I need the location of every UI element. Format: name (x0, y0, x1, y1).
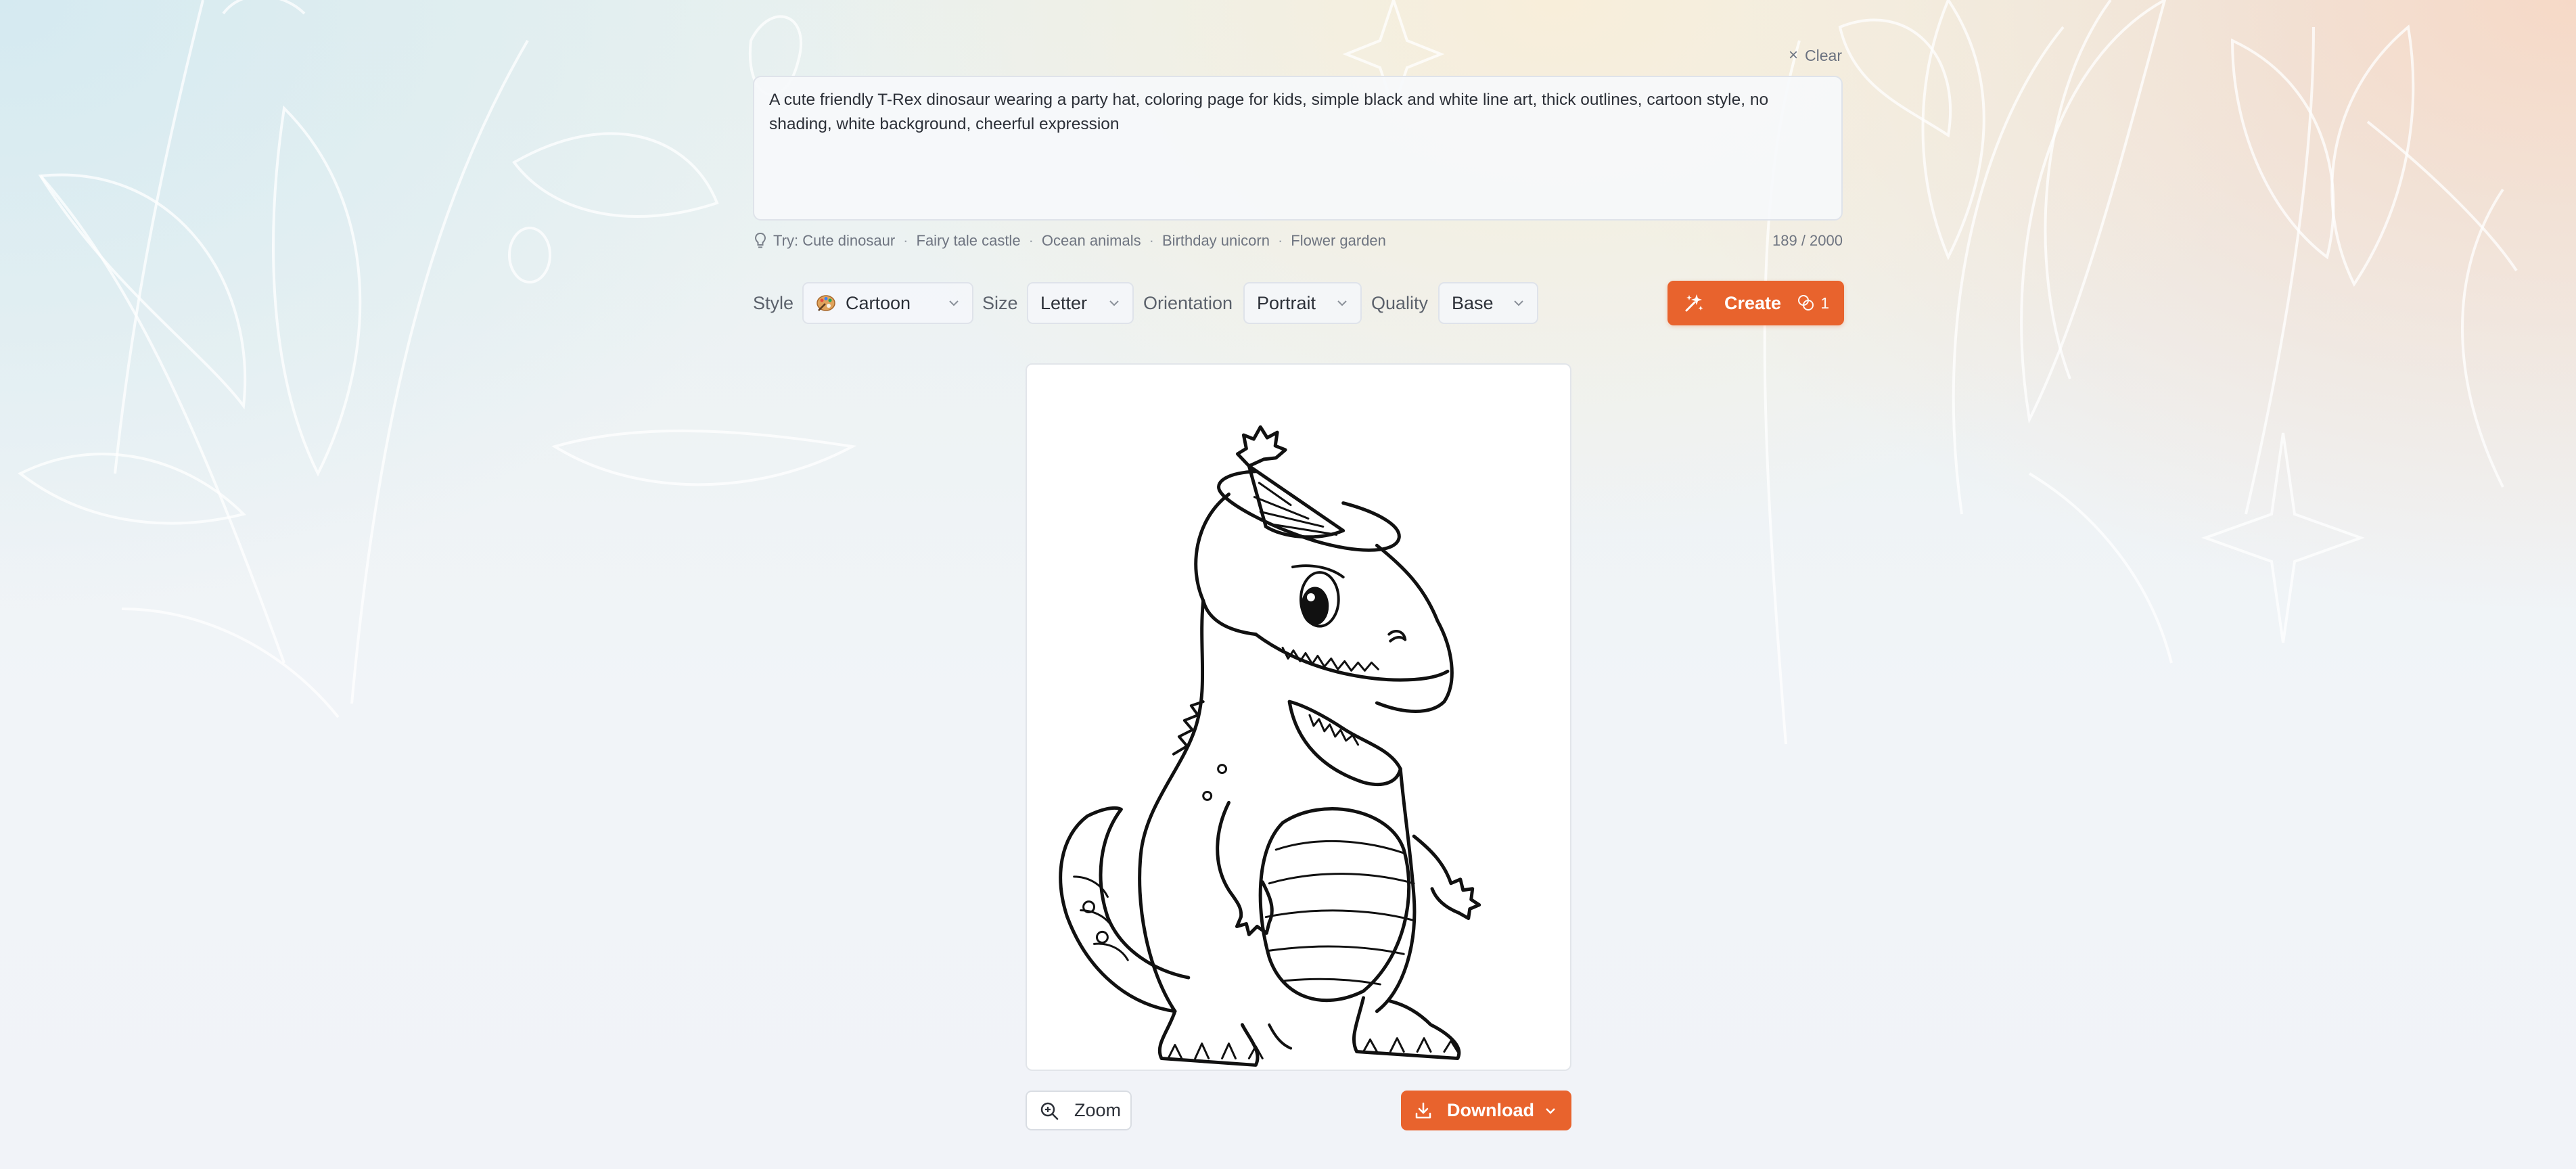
quality-select[interactable]: Base (1438, 282, 1538, 324)
download-button[interactable]: Download (1401, 1091, 1571, 1130)
chevron-down-icon (1337, 300, 1347, 306)
generated-image-preview (1026, 363, 1571, 1071)
chevron-down-icon (1109, 300, 1119, 306)
chevron-down-icon (949, 300, 959, 306)
download-icon (1415, 1102, 1431, 1118)
suggestion-birthday-unicorn[interactable]: Birthday unicorn (1162, 232, 1270, 250)
chevron-down-icon (1514, 300, 1523, 306)
quality-value: Base (1452, 292, 1494, 313)
coins-icon (1798, 295, 1814, 311)
separator-dot: · (903, 232, 908, 249)
download-label: Download (1447, 1100, 1534, 1120)
credit-count: 1 (1820, 294, 1829, 312)
style-select[interactable]: Cartoon (802, 282, 973, 324)
sparkles-icon (1685, 294, 1703, 312)
prompt-textarea[interactable]: A cute friendly T-Rex dinosaur wearing a… (753, 76, 1843, 221)
suggestion-ocean-animals[interactable]: Ocean animals (1042, 232, 1141, 250)
size-select[interactable]: Letter (1027, 282, 1134, 324)
orientation-value: Portrait (1257, 292, 1316, 313)
zoom-in-icon (1040, 1102, 1059, 1120)
tips-prefix: Try: (773, 232, 799, 249)
separator-dot: · (1149, 232, 1154, 249)
quality-label: Quality (1371, 293, 1429, 313)
style-value: Cartoon (846, 292, 911, 313)
style-label: Style (753, 293, 794, 313)
suggestion-flower-garden[interactable]: Flower garden (1291, 232, 1386, 250)
zoom-button[interactable]: Zoom (1026, 1091, 1132, 1130)
credit-cost: 1 (1796, 293, 1829, 313)
size-label: Size (982, 293, 1018, 313)
separator-dot: · (1277, 232, 1283, 249)
zoom-label: Zoom (1074, 1100, 1122, 1120)
create-label: Create (1724, 292, 1782, 313)
chevron-down-icon[interactable] (1544, 1107, 1557, 1115)
close-icon: × (1789, 46, 1799, 64)
prompt-suggestions: Try: Cute dinosaur · Fairy tale castle ·… (753, 230, 1386, 252)
orientation-select[interactable]: Portrait (1243, 282, 1362, 324)
suggestion-fairy-tale-castle[interactable]: Fairy tale castle (917, 232, 1021, 250)
clear-button[interactable]: × Clear (1789, 43, 1842, 68)
separator-dot: · (1028, 232, 1034, 249)
orientation-label: Orientation (1143, 293, 1233, 313)
suggestion-cute-dinosaur[interactable]: Cute dinosaur (802, 232, 895, 250)
clear-label: Clear (1805, 46, 1842, 64)
size-value: Letter (1040, 292, 1088, 313)
lightbulb-icon (754, 232, 766, 248)
create-button[interactable]: Create 1 (1668, 281, 1844, 325)
character-count: 189 / 2000 (1772, 232, 1843, 249)
prompt-text: A cute friendly T-Rex dinosaur wearing a… (769, 91, 1769, 133)
palette-icon (816, 295, 835, 311)
dinosaur-coloring-page (1059, 425, 1481, 1067)
